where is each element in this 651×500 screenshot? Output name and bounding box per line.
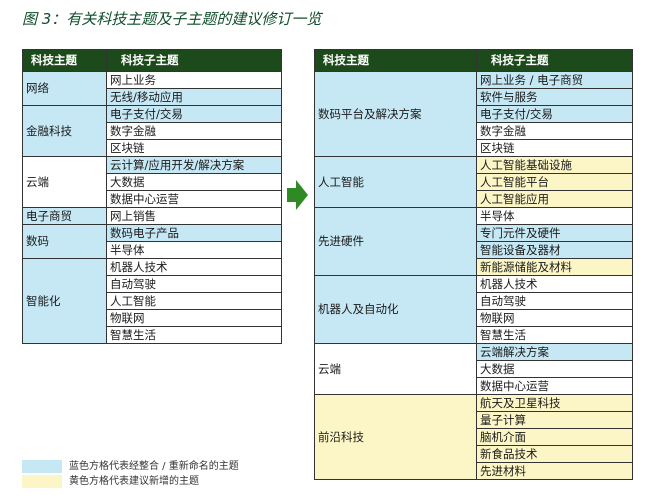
right-arrow-icon	[287, 180, 308, 210]
topic-cell: 云端	[22, 156, 107, 208]
subtopic-cell: 电子支付/交易	[476, 105, 633, 123]
subtopic-cell: 数据中心运营	[106, 190, 282, 208]
topic-cell: 智能化	[22, 258, 107, 344]
subtopic-cell: 云端解决方案	[476, 343, 633, 361]
table-row: 云端 云端解决方案	[314, 343, 633, 395]
subtopic-cell: 航天及卫星科技	[476, 394, 633, 412]
subtopic-cell: 智能设备及器材	[476, 241, 633, 259]
subtopic-cell: 量子计算	[476, 411, 633, 429]
table-row: 数码 数码电子产品	[22, 224, 282, 259]
legend-blue: 蓝色方格代表经整合 / 重新命名的主题	[22, 460, 239, 473]
subtopic-cell: 新食品技术	[476, 445, 633, 463]
subtopic-cell: 人工智能平台	[476, 173, 633, 191]
subtopic-cell: 人工智能	[106, 292, 282, 310]
topic-cell: 人工智能	[314, 156, 477, 208]
legend-yellow: 黄色方格代表建议新增的主题	[22, 475, 199, 488]
subtopic-cell: 先进材料	[476, 462, 633, 480]
topic-cell: 机器人及自动化	[314, 275, 477, 344]
subtopic-cell: 人工智能应用	[476, 190, 633, 208]
subtopic-cell: 数字金融	[106, 122, 282, 140]
subtopic-cell: 机器人技术	[106, 258, 282, 276]
subtopic-cell: 网上业务	[106, 71, 282, 89]
legend-yellow-swatch	[22, 475, 62, 488]
subtopic-cell: 自动驾驶	[476, 292, 633, 310]
table-row: 机器人及自动化 机器人技术	[314, 275, 633, 344]
subtopic-cell: 自动驾驶	[106, 275, 282, 293]
topic-cell: 电子商贸	[22, 207, 107, 225]
topic-cell: 数码	[22, 224, 107, 259]
subtopic-cell: 电子支付/交易	[106, 105, 282, 123]
subtopic-cell: 数字金融	[476, 122, 633, 140]
table-row: 网络 网上业务	[22, 71, 282, 106]
topic-cell: 金融科技	[22, 105, 107, 157]
subtopic-cell: 智慧生活	[106, 326, 282, 344]
subtopic-cell: 网上业务 / 电子商贸	[476, 71, 633, 89]
topic-cell: 前沿科技	[314, 394, 477, 480]
table-row: 人工智能 人工智能基础设施	[314, 156, 633, 208]
table-row: 智能化 机器人技术	[22, 258, 282, 344]
current-topics-table: 科技主题 科技子主题 网络 网上业务 无线/移动应用 金融科技 电子支付/交易 数字金融区…	[22, 49, 282, 344]
subtopic-cell: 脑机介面	[476, 428, 633, 446]
subtopic-cell: 区块链	[106, 139, 282, 157]
topic-cell: 先进硬件	[314, 207, 477, 276]
subtopic-cell: 大数据	[476, 360, 633, 378]
subtopic-cell: 智慧生活	[476, 326, 633, 344]
subtopic-cell: 网上销售	[106, 207, 282, 225]
figure-title: 图 3：有关科技主题及子主题的建议修订一览	[22, 10, 322, 28]
subtopic-cell: 半导体	[476, 207, 633, 225]
table-row: 先进硬件 半导体	[314, 207, 633, 276]
subtopic-cell: 区块链	[476, 139, 633, 157]
subtopic-cell: 无线/移动应用	[106, 88, 282, 106]
subtopic-cell: 数据中心运营	[476, 377, 633, 395]
topic-cell: 网络	[22, 71, 107, 106]
subtopic-cell: 专门元件及硬件	[476, 224, 633, 242]
table-row: 金融科技 电子支付/交易	[22, 105, 282, 157]
table-row: 数码平台及解决方案 网上业务 / 电子商贸	[314, 71, 633, 157]
subtopic-cell: 软件与服务	[476, 88, 633, 106]
left-col2-header: 科技子主题	[106, 49, 282, 72]
table-row: 前沿科技 航天及卫星科技	[314, 394, 633, 480]
legend-blue-label: 蓝色方格代表经整合 / 重新命名的主题	[69, 461, 239, 472]
subtopic-cell: 数码电子产品	[106, 224, 282, 242]
left-col1-header: 科技主题	[22, 49, 107, 72]
table-row: 云端 云计算/应用开发/解决方案	[22, 156, 282, 208]
right-col1-header: 科技主题	[314, 49, 477, 72]
subtopic-cell: 半导体	[106, 241, 282, 259]
revised-topics-table: 科技主题 科技子主题 数码平台及解决方案 网上业务 / 电子商贸 软件与服务 电子支付…	[314, 49, 633, 480]
legend-yellow-label: 黄色方格代表建议新增的主题	[69, 476, 199, 487]
subtopic-cell: 物联网	[476, 309, 633, 327]
subtopic-cell: 大数据	[106, 173, 282, 191]
table-row: 电子商贸 网上销售	[22, 207, 282, 225]
topic-cell: 数码平台及解决方案	[314, 71, 477, 157]
subtopic-cell: 物联网	[106, 309, 282, 327]
subtopic-cell: 人工智能基础设施	[476, 156, 633, 174]
legend-blue-swatch	[22, 460, 62, 473]
topic-cell: 云端	[314, 343, 477, 395]
subtopic-cell: 机器人技术	[476, 275, 633, 293]
subtopic-cell: 新能源储能及材料	[476, 258, 633, 276]
subtopic-cell: 云计算/应用开发/解决方案	[106, 156, 282, 174]
right-col2-header: 科技子主题	[476, 49, 633, 72]
